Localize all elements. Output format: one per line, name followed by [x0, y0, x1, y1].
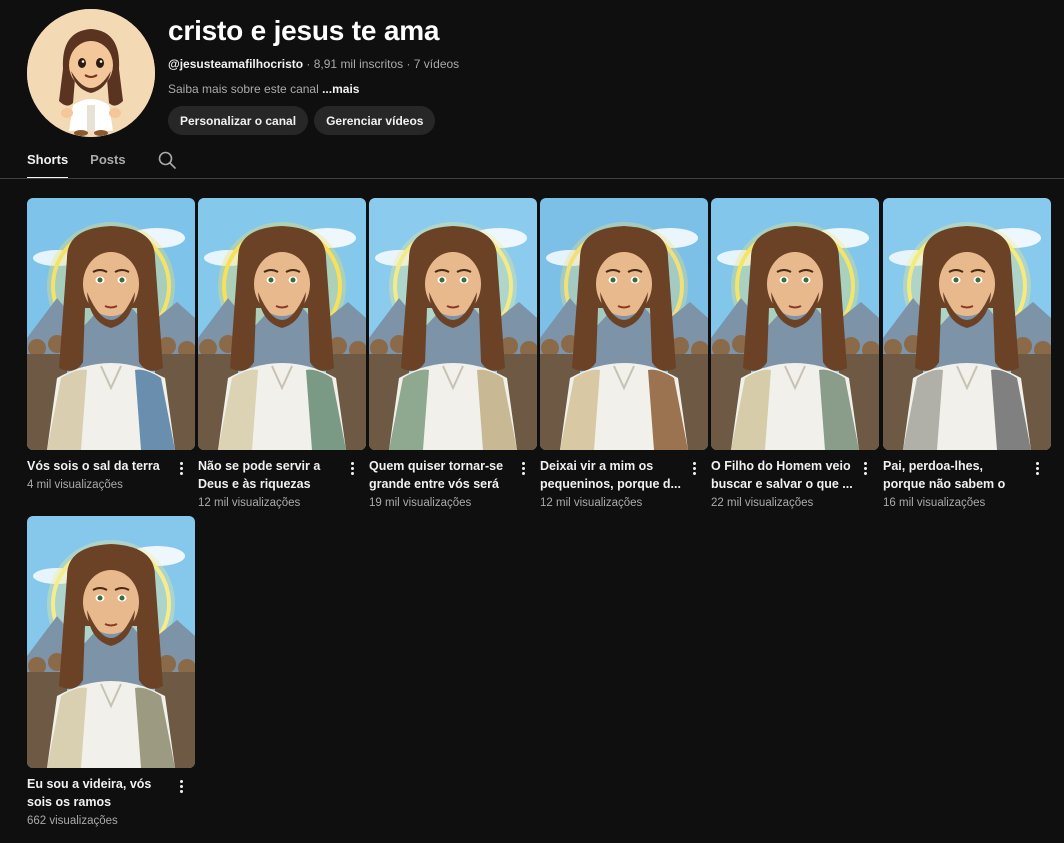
- short-views: 19 mil visualizações: [369, 497, 472, 509]
- short-title[interactable]: Pai, perdoa-lhes, porque não sabem o que…: [883, 457, 1025, 493]
- cartoon-jesus-avatar-icon: [27, 9, 155, 137]
- short-thumbnail[interactable]: [540, 198, 708, 450]
- channel-avatar[interactable]: [27, 9, 155, 137]
- short-thumbnail[interactable]: [27, 516, 195, 768]
- about-text: Saiba mais sobre este canal: [168, 82, 323, 96]
- short-title[interactable]: Não se pode servir a Deus e às riquezas: [198, 457, 340, 493]
- short-title[interactable]: Eu sou a videira, vós sois os ramos: [27, 775, 169, 811]
- short-card[interactable]: Não se pode servir a Deus e às riquezas 1…: [198, 198, 366, 509]
- short-views: 12 mil visualizações: [540, 497, 643, 509]
- jesus-illustration-icon: [540, 198, 708, 450]
- short-thumbnail[interactable]: [27, 198, 195, 450]
- short-card[interactable]: Eu sou a videira, vós sois os ramos 662 v…: [27, 516, 195, 827]
- search-icon[interactable]: [157, 150, 177, 170]
- jesus-illustration-icon: [198, 198, 366, 450]
- jesus-illustration-icon: [27, 198, 195, 450]
- short-thumbnail[interactable]: [883, 198, 1051, 450]
- short-card[interactable]: Quem quiser tornar-se grande entre vós s…: [369, 198, 537, 509]
- more-actions-icon[interactable]: [1029, 462, 1045, 480]
- channel-actions: Personalizar o canal Gerenciar vídeos: [168, 106, 459, 135]
- about-more-link[interactable]: ...mais: [322, 82, 359, 96]
- short-title[interactable]: Vós sois o sal da terra: [27, 457, 169, 475]
- short-views: 12 mil visualizações: [198, 497, 301, 509]
- subscriber-count: 8,91 mil inscritos: [313, 57, 404, 71]
- more-actions-icon[interactable]: [515, 462, 531, 480]
- short-card[interactable]: O Filho do Homem veio buscar e salvar o …: [711, 198, 879, 509]
- short-card[interactable]: Pai, perdoa-lhes, porque não sabem o que…: [883, 198, 1051, 509]
- short-thumbnail[interactable]: [198, 198, 366, 450]
- short-thumbnail[interactable]: [369, 198, 537, 450]
- video-count: 7 vídeos: [413, 57, 460, 71]
- manage-videos-button[interactable]: Gerenciar vídeos: [314, 106, 436, 135]
- tabs-divider: [0, 178, 1064, 179]
- short-views: 22 mil visualizações: [711, 497, 814, 509]
- more-actions-icon[interactable]: [344, 462, 360, 480]
- short-views: 4 mil visualizações: [27, 479, 123, 491]
- channel-tabs: Shorts Posts: [27, 143, 177, 179]
- meta-separator: ·: [303, 57, 314, 71]
- short-title[interactable]: Quem quiser tornar-se grande entre vós s…: [369, 457, 511, 493]
- short-title[interactable]: Deixai vir a mim os pequeninos, porque d…: [540, 457, 682, 493]
- channel-handle[interactable]: @jesusteamafilhocristo: [168, 57, 303, 71]
- channel-about[interactable]: Saiba mais sobre este canal ...mais: [168, 81, 459, 97]
- jesus-illustration-icon: [883, 198, 1051, 450]
- more-actions-icon[interactable]: [686, 462, 702, 480]
- customize-channel-button[interactable]: Personalizar o canal: [168, 106, 309, 135]
- jesus-illustration-icon: [369, 198, 537, 450]
- tab-shorts[interactable]: Shorts: [27, 143, 69, 179]
- meta-separator: ·: [403, 57, 414, 71]
- short-title[interactable]: O Filho do Homem veio buscar e salvar o …: [711, 457, 853, 493]
- tab-posts[interactable]: Posts: [90, 143, 125, 177]
- channel-title: cristo e jesus te ama: [168, 15, 440, 46]
- channel-header: cristo e jesus te ama @jesusteamafilhocr…: [27, 9, 1037, 137]
- short-views: 662 visualizações: [27, 815, 118, 827]
- jesus-illustration-icon: [27, 516, 195, 768]
- short-card[interactable]: Deixai vir a mim os pequeninos, porque d…: [540, 198, 708, 509]
- short-thumbnail[interactable]: [711, 198, 879, 450]
- more-actions-icon[interactable]: [857, 462, 873, 480]
- more-actions-icon[interactable]: [173, 462, 189, 480]
- channel-meta: @jesusteamafilhocristo · 8,91 mil inscri…: [168, 56, 459, 72]
- jesus-illustration-icon: [711, 198, 879, 450]
- short-card[interactable]: Vós sois o sal da terra 4 mil visualizaçõ…: [27, 198, 195, 491]
- channel-info: cristo e jesus te ama @jesusteamafilhocr…: [168, 9, 459, 135]
- short-views: 16 mil visualizações: [883, 497, 986, 509]
- more-actions-icon[interactable]: [173, 780, 189, 798]
